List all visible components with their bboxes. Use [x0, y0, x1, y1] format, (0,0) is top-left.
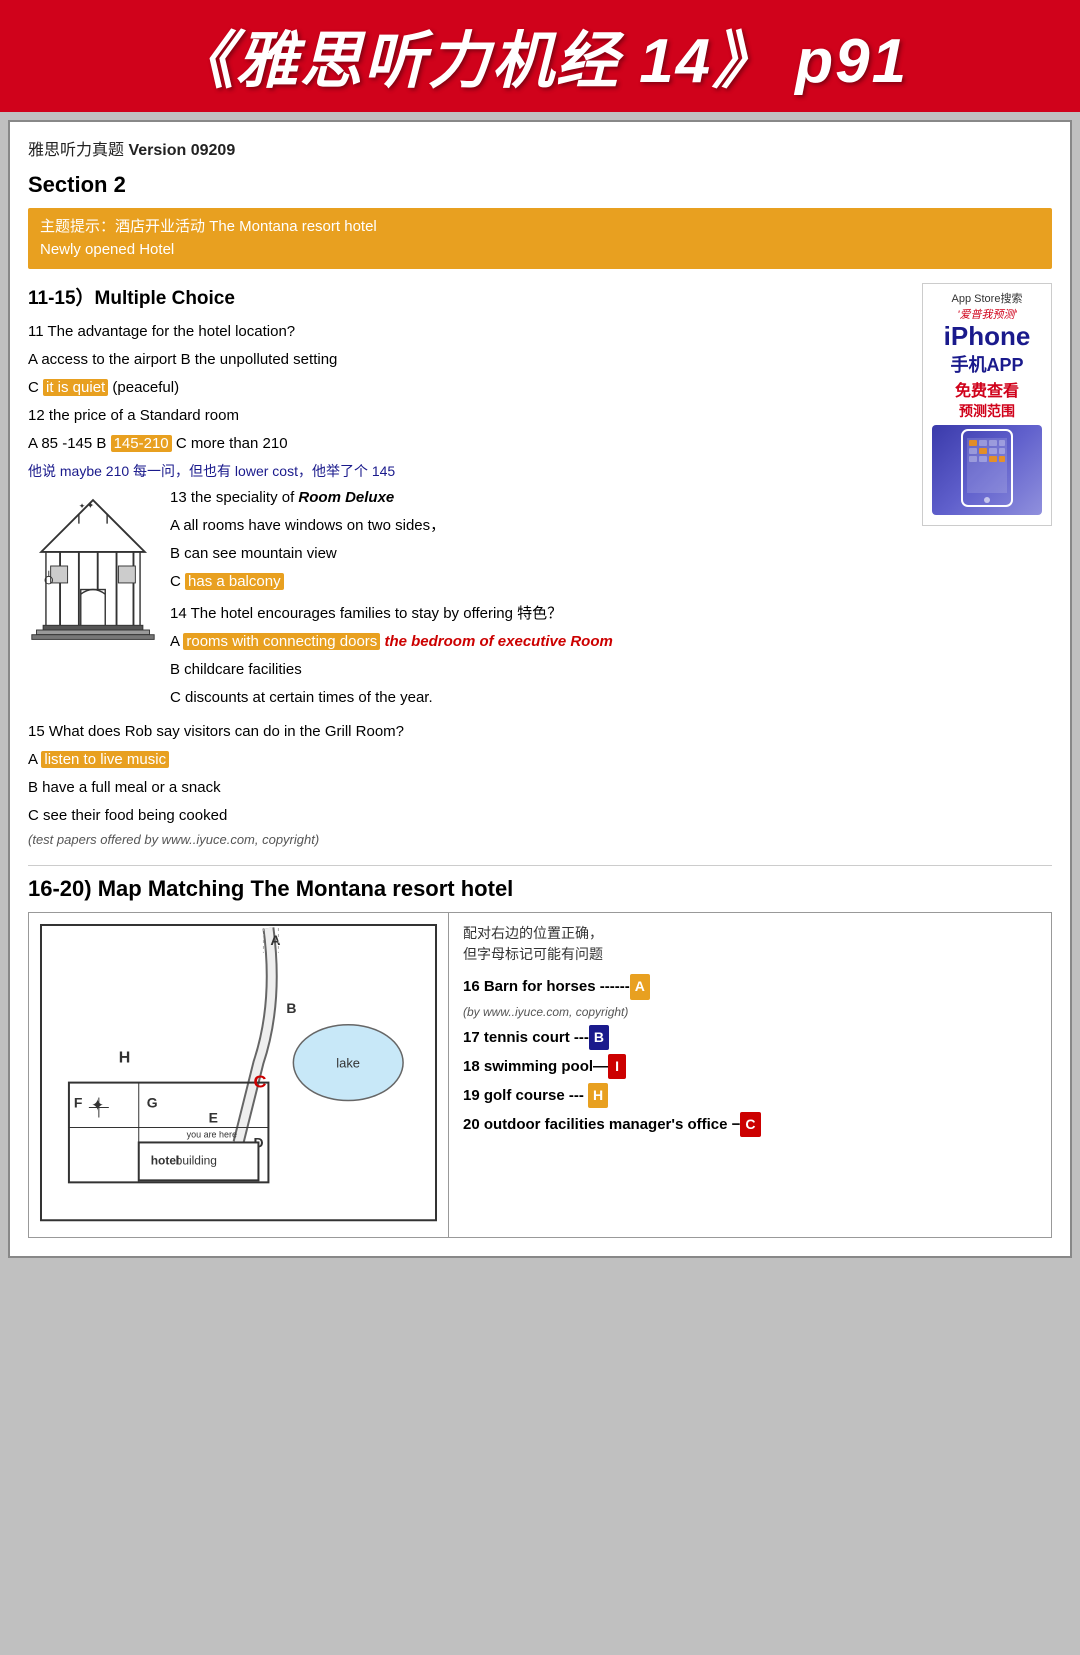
page-header: 《雅思听力机经 14》 p91 [0, 0, 1080, 112]
q11-optionC: C it is quiet (peaceful) [28, 376, 912, 400]
map-left: lake H F ✦ G E you are here [29, 913, 449, 1236]
main-content: 雅思听力真题 Version 09209 Section 2 主题提示：酒店开业… [8, 120, 1072, 1258]
map-svg: lake H F ✦ G E you are here [39, 923, 438, 1222]
q12-chinese-note: 他说 maybe 210 每一问，但也有 lower cost，他举了个 145 [28, 460, 912, 482]
map-q18: 18 swimming pool—I [463, 1053, 1037, 1080]
q14-optionB: B childcare facilities [170, 658, 912, 682]
q15-answer-highlight: listen to live music [41, 751, 169, 768]
svg-text:B: B [286, 1000, 296, 1016]
q13-optionA: A all rooms have windows on two sides， [170, 514, 912, 538]
map-right: 配对右边的位置正确， 但字母标记可能有问题 16 Barn for horses… [449, 913, 1051, 1236]
q12-answer-highlight: 145-210 [111, 435, 172, 452]
app-screenshot [932, 425, 1042, 515]
mc-header: 11-15）Multiple Choice [28, 283, 912, 310]
q13-optionB: B can see mountain view [170, 542, 912, 566]
q16-copyright: (by www..iyuce.com, copyright) [463, 1002, 1037, 1024]
section-title: Section 2 [28, 172, 1052, 198]
map-q17: 17 tennis court ---B [463, 1024, 1037, 1051]
svg-text:A: A [270, 932, 280, 948]
svg-text:lake: lake [336, 1056, 360, 1071]
svg-text:you are here: you are here [187, 1130, 237, 1140]
svg-text:✦: ✦ [91, 1098, 104, 1115]
q13-block: ✦ ✦ [28, 486, 912, 714]
map-section-header: 16-20) Map Matching The Montana resort h… [28, 876, 1052, 902]
q13-options: 13 the speciality of Room Deluxe A all r… [170, 486, 912, 714]
q15-question: 15 What does Rob say visitors can do in … [28, 720, 912, 744]
map-q19: 19 golf course --- H [463, 1082, 1037, 1109]
mc-block: 11-15）Multiple Choice 11 The advantage f… [28, 283, 1052, 855]
mc-copyright: (test papers offered by www..iyuce.com, … [28, 832, 912, 847]
q15-optionC: C see their food being cooked [28, 804, 912, 828]
section-divider [28, 865, 1052, 866]
q12-options: A 85 -145 B 145-210 C more than 210 [28, 432, 912, 456]
q16-answer: A [630, 974, 650, 999]
questions-main: 11-15）Multiple Choice 11 The advantage f… [28, 283, 912, 855]
q20-answer: C [740, 1112, 760, 1137]
svg-text:G: G [147, 1095, 158, 1111]
q14-question: 14 The hotel encourages families to stay… [170, 602, 912, 626]
version-number: Version 09209 [128, 142, 235, 159]
q14-italic-note: the bedroom of executive Room [384, 633, 612, 650]
q11-question: 11 The advantage for the hotel location? [28, 320, 912, 344]
svg-text:✦: ✦ [86, 500, 94, 511]
svg-text:H: H [119, 1050, 131, 1067]
q13-answer-highlight: has a balcony [185, 573, 284, 590]
q15-optionA: A listen to live music [28, 748, 912, 772]
map-q20: 20 outdoor facilities manager's office −… [463, 1111, 1037, 1138]
svg-text:✦: ✦ [79, 502, 86, 511]
q14-optionA: A rooms with connecting doors the bedroo… [170, 630, 912, 654]
q14-optionC: C discounts at certain times of the year… [170, 686, 912, 710]
map-intro: 配对右边的位置正确， 但字母标记可能有问题 [463, 923, 1037, 965]
q11-optionA: A access to the airport B the unpolluted… [28, 348, 912, 372]
q11-answer-highlight: it is quiet [43, 379, 108, 396]
q19-answer: H [588, 1083, 608, 1108]
map-container: lake H F ✦ G E you are here [28, 912, 1052, 1237]
svg-text:C: C [253, 1072, 266, 1092]
q12-question: 12 the price of a Standard room [28, 404, 912, 428]
svg-text:F: F [74, 1095, 83, 1111]
q15-optionB: B have a full meal or a snack [28, 776, 912, 800]
app-promo: App Store搜索 '爱普我预测' iPhone 手机APP 免费查看 预测… [922, 283, 1052, 526]
main-title: 《雅思听力机经 14》 p91 [20, 10, 1060, 100]
q17-answer: B [589, 1025, 609, 1050]
version-title: 雅思听力真题 Version 09209 [28, 136, 1052, 160]
q14-answer-highlight: rooms with connecting doors [183, 633, 380, 650]
topic-box: 主题提示：酒店开业活动 The Montana resort hotel New… [28, 208, 1052, 269]
q13-question: 13 the speciality of Room Deluxe [170, 486, 912, 510]
map-q16: 16 Barn for horses ------A [463, 973, 1037, 1000]
q13-optionC: C has a balcony [170, 570, 912, 594]
q18-answer: I [608, 1054, 626, 1079]
svg-text:E: E [209, 1110, 218, 1126]
building-sketch: ✦ ✦ [28, 486, 158, 714]
svg-text:building: building [176, 1154, 217, 1168]
